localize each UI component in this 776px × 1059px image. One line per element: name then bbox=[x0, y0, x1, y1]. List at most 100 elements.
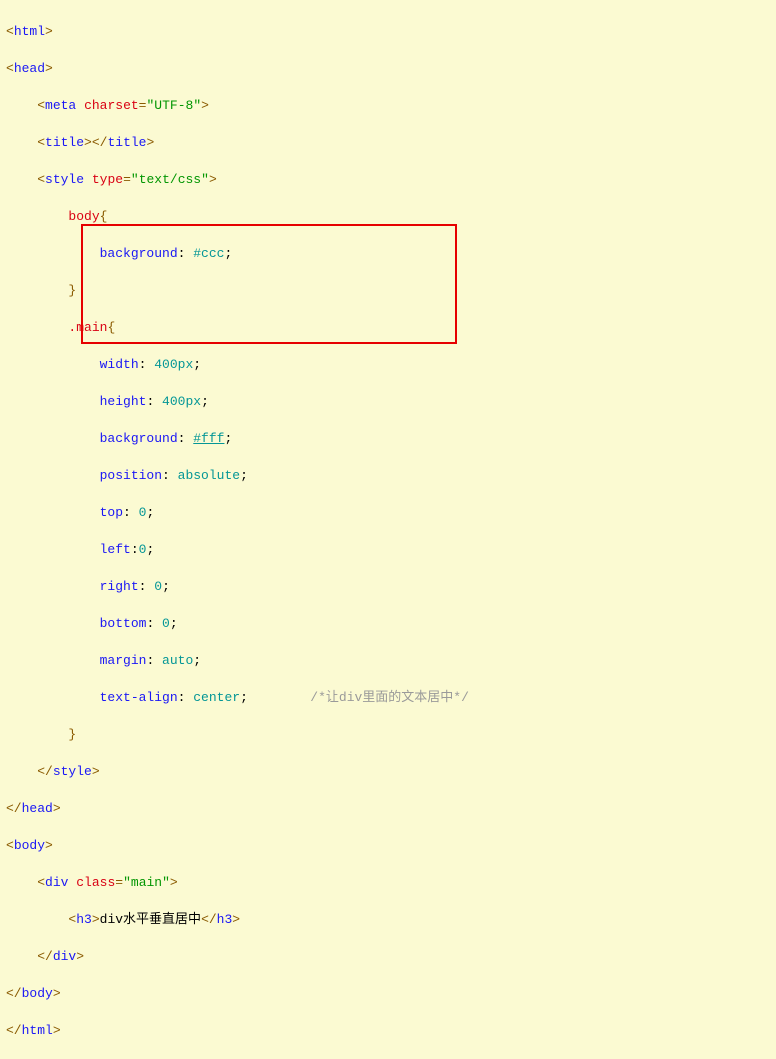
bracket: > bbox=[146, 135, 154, 150]
value: auto bbox=[162, 653, 193, 668]
tag-meta: meta bbox=[45, 98, 76, 113]
attr-charset: charset bbox=[84, 98, 139, 113]
tag-div: div bbox=[53, 949, 76, 964]
bracket: < bbox=[37, 98, 45, 113]
code-line: <body> bbox=[6, 837, 776, 856]
tag-div: div bbox=[45, 875, 68, 890]
quote: " bbox=[131, 172, 139, 187]
value: #ccc bbox=[193, 246, 224, 261]
value: text/css bbox=[139, 172, 201, 187]
tag-html: html bbox=[22, 1023, 53, 1038]
code-line: <style type="text/css"> bbox=[6, 171, 776, 190]
tag-h3: h3 bbox=[76, 912, 92, 927]
colon: : bbox=[178, 690, 194, 705]
tag-body: body bbox=[22, 986, 53, 1001]
tag-body: body bbox=[14, 838, 45, 853]
semi: ; bbox=[224, 246, 232, 261]
code-line: text-align: center; /*让div里面的文本居中*/ bbox=[6, 689, 776, 708]
quote: " bbox=[162, 875, 170, 890]
prop-position: position bbox=[100, 468, 162, 483]
code-line: <head> bbox=[6, 60, 776, 79]
bracket: </ bbox=[37, 949, 53, 964]
bracket: </ bbox=[201, 912, 217, 927]
code-line: height: 400px; bbox=[6, 393, 776, 412]
code-block: <html> <head> <meta charset="UTF-8"> <ti… bbox=[0, 0, 776, 1059]
prop-left: left bbox=[100, 542, 131, 557]
quote: " bbox=[201, 172, 209, 187]
tag-title: title bbox=[107, 135, 146, 150]
code-line: </style> bbox=[6, 763, 776, 782]
code-line: position: absolute; bbox=[6, 467, 776, 486]
brace: { bbox=[107, 320, 115, 335]
prop-bottom: bottom bbox=[100, 616, 147, 631]
code-line: <div class="main"> bbox=[6, 874, 776, 893]
colon: : bbox=[178, 246, 194, 261]
prop-top: top bbox=[100, 505, 123, 520]
bracket: > bbox=[45, 838, 53, 853]
bracket: > bbox=[232, 912, 240, 927]
semi: ; bbox=[193, 653, 201, 668]
prop-right: right bbox=[100, 579, 139, 594]
bracket: > bbox=[76, 949, 84, 964]
value: 0 bbox=[139, 542, 147, 557]
value: 0 bbox=[162, 616, 170, 631]
code-line: </html> bbox=[6, 1022, 776, 1041]
attr-type: type bbox=[92, 172, 123, 187]
code-line: body{ bbox=[6, 208, 776, 227]
colon: : bbox=[146, 653, 162, 668]
bracket: < bbox=[37, 875, 45, 890]
eq: = bbox=[115, 875, 123, 890]
space bbox=[84, 172, 92, 187]
value: UTF-8 bbox=[154, 98, 193, 113]
code-line: <title></title> bbox=[6, 134, 776, 153]
prop-height: height bbox=[100, 394, 147, 409]
bracket: > bbox=[201, 98, 209, 113]
value: absolute bbox=[178, 468, 240, 483]
tag-head: head bbox=[14, 61, 45, 76]
bracket: < bbox=[6, 61, 14, 76]
code-line: <html> bbox=[6, 23, 776, 42]
value: 0 bbox=[154, 579, 162, 594]
space bbox=[68, 875, 76, 890]
value: 400px bbox=[154, 357, 193, 372]
tag-title: title bbox=[45, 135, 84, 150]
selector-body: body bbox=[68, 209, 99, 224]
code-line: .main{ bbox=[6, 319, 776, 338]
semi: ; bbox=[193, 357, 201, 372]
tag-head: head bbox=[22, 801, 53, 816]
bracket: > bbox=[53, 1023, 61, 1038]
code-line: background: #fff; bbox=[6, 430, 776, 449]
colon: : bbox=[146, 394, 162, 409]
quote: " bbox=[193, 98, 201, 113]
bracket: > bbox=[92, 912, 100, 927]
code-line: margin: auto; bbox=[6, 652, 776, 671]
prop-width: width bbox=[100, 357, 139, 372]
tag-h3: h3 bbox=[217, 912, 233, 927]
eq: = bbox=[123, 172, 131, 187]
bracket: </ bbox=[37, 764, 53, 779]
comment: /*让div里面的文本居中*/ bbox=[310, 690, 469, 705]
bracket: </ bbox=[6, 801, 22, 816]
colon: : bbox=[146, 616, 162, 631]
tag-style: style bbox=[45, 172, 84, 187]
code-line: background: #ccc; bbox=[6, 245, 776, 264]
bracket: > bbox=[45, 24, 53, 39]
bracket: </ bbox=[6, 1023, 22, 1038]
code-line: </div> bbox=[6, 948, 776, 967]
bracket: < bbox=[6, 24, 14, 39]
semi: ; bbox=[162, 579, 170, 594]
tag-html: html bbox=[14, 24, 45, 39]
code-line: } bbox=[6, 726, 776, 745]
code-line: width: 400px; bbox=[6, 356, 776, 375]
bracket: > bbox=[53, 986, 61, 1001]
prop-background: background bbox=[100, 431, 178, 446]
bracket: < bbox=[37, 172, 45, 187]
code-line: right: 0; bbox=[6, 578, 776, 597]
semi: ; bbox=[146, 505, 154, 520]
bracket: < bbox=[37, 135, 45, 150]
prop-background: background bbox=[100, 246, 178, 261]
quote: " bbox=[123, 875, 131, 890]
code-line: top: 0; bbox=[6, 504, 776, 523]
code-line: </body> bbox=[6, 985, 776, 1004]
value: #fff bbox=[193, 431, 224, 446]
